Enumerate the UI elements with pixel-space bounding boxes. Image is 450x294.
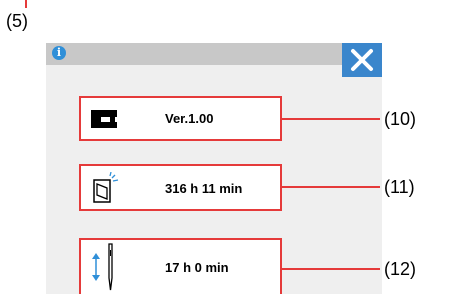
version-value: Ver.1.00 <box>165 111 214 126</box>
power-on-time-value: 316 h 11 min <box>165 181 243 196</box>
info-panel: i Ver.1.00 316 h 11 min 17 h 0 min <box>46 43 382 294</box>
needle-time-value: 17 h 0 min <box>165 260 229 275</box>
info-icon: i <box>52 46 66 60</box>
power-on-time-row: 316 h 11 min <box>79 164 282 211</box>
callout-label-top: (5) <box>6 11 28 31</box>
version-row: Ver.1.00 <box>79 96 282 141</box>
callout-line-power-on-time <box>282 186 380 188</box>
callout-label-version: (10) <box>384 109 417 129</box>
power-switch-icon <box>93 172 119 203</box>
callout-label-power-on-time: (11) <box>384 177 415 197</box>
callout-line-needle-time <box>282 268 380 270</box>
close-icon <box>351 49 373 71</box>
sewing-machine-icon <box>91 110 117 128</box>
callout-label-needle-time: (12) <box>384 259 417 279</box>
needle-time-row: 17 h 0 min <box>79 238 282 294</box>
callout-line-top <box>25 0 27 8</box>
title-bar: i <box>46 43 382 65</box>
needle-icon <box>92 243 113 291</box>
close-button[interactable] <box>342 43 382 77</box>
callout-line-version <box>282 118 380 120</box>
